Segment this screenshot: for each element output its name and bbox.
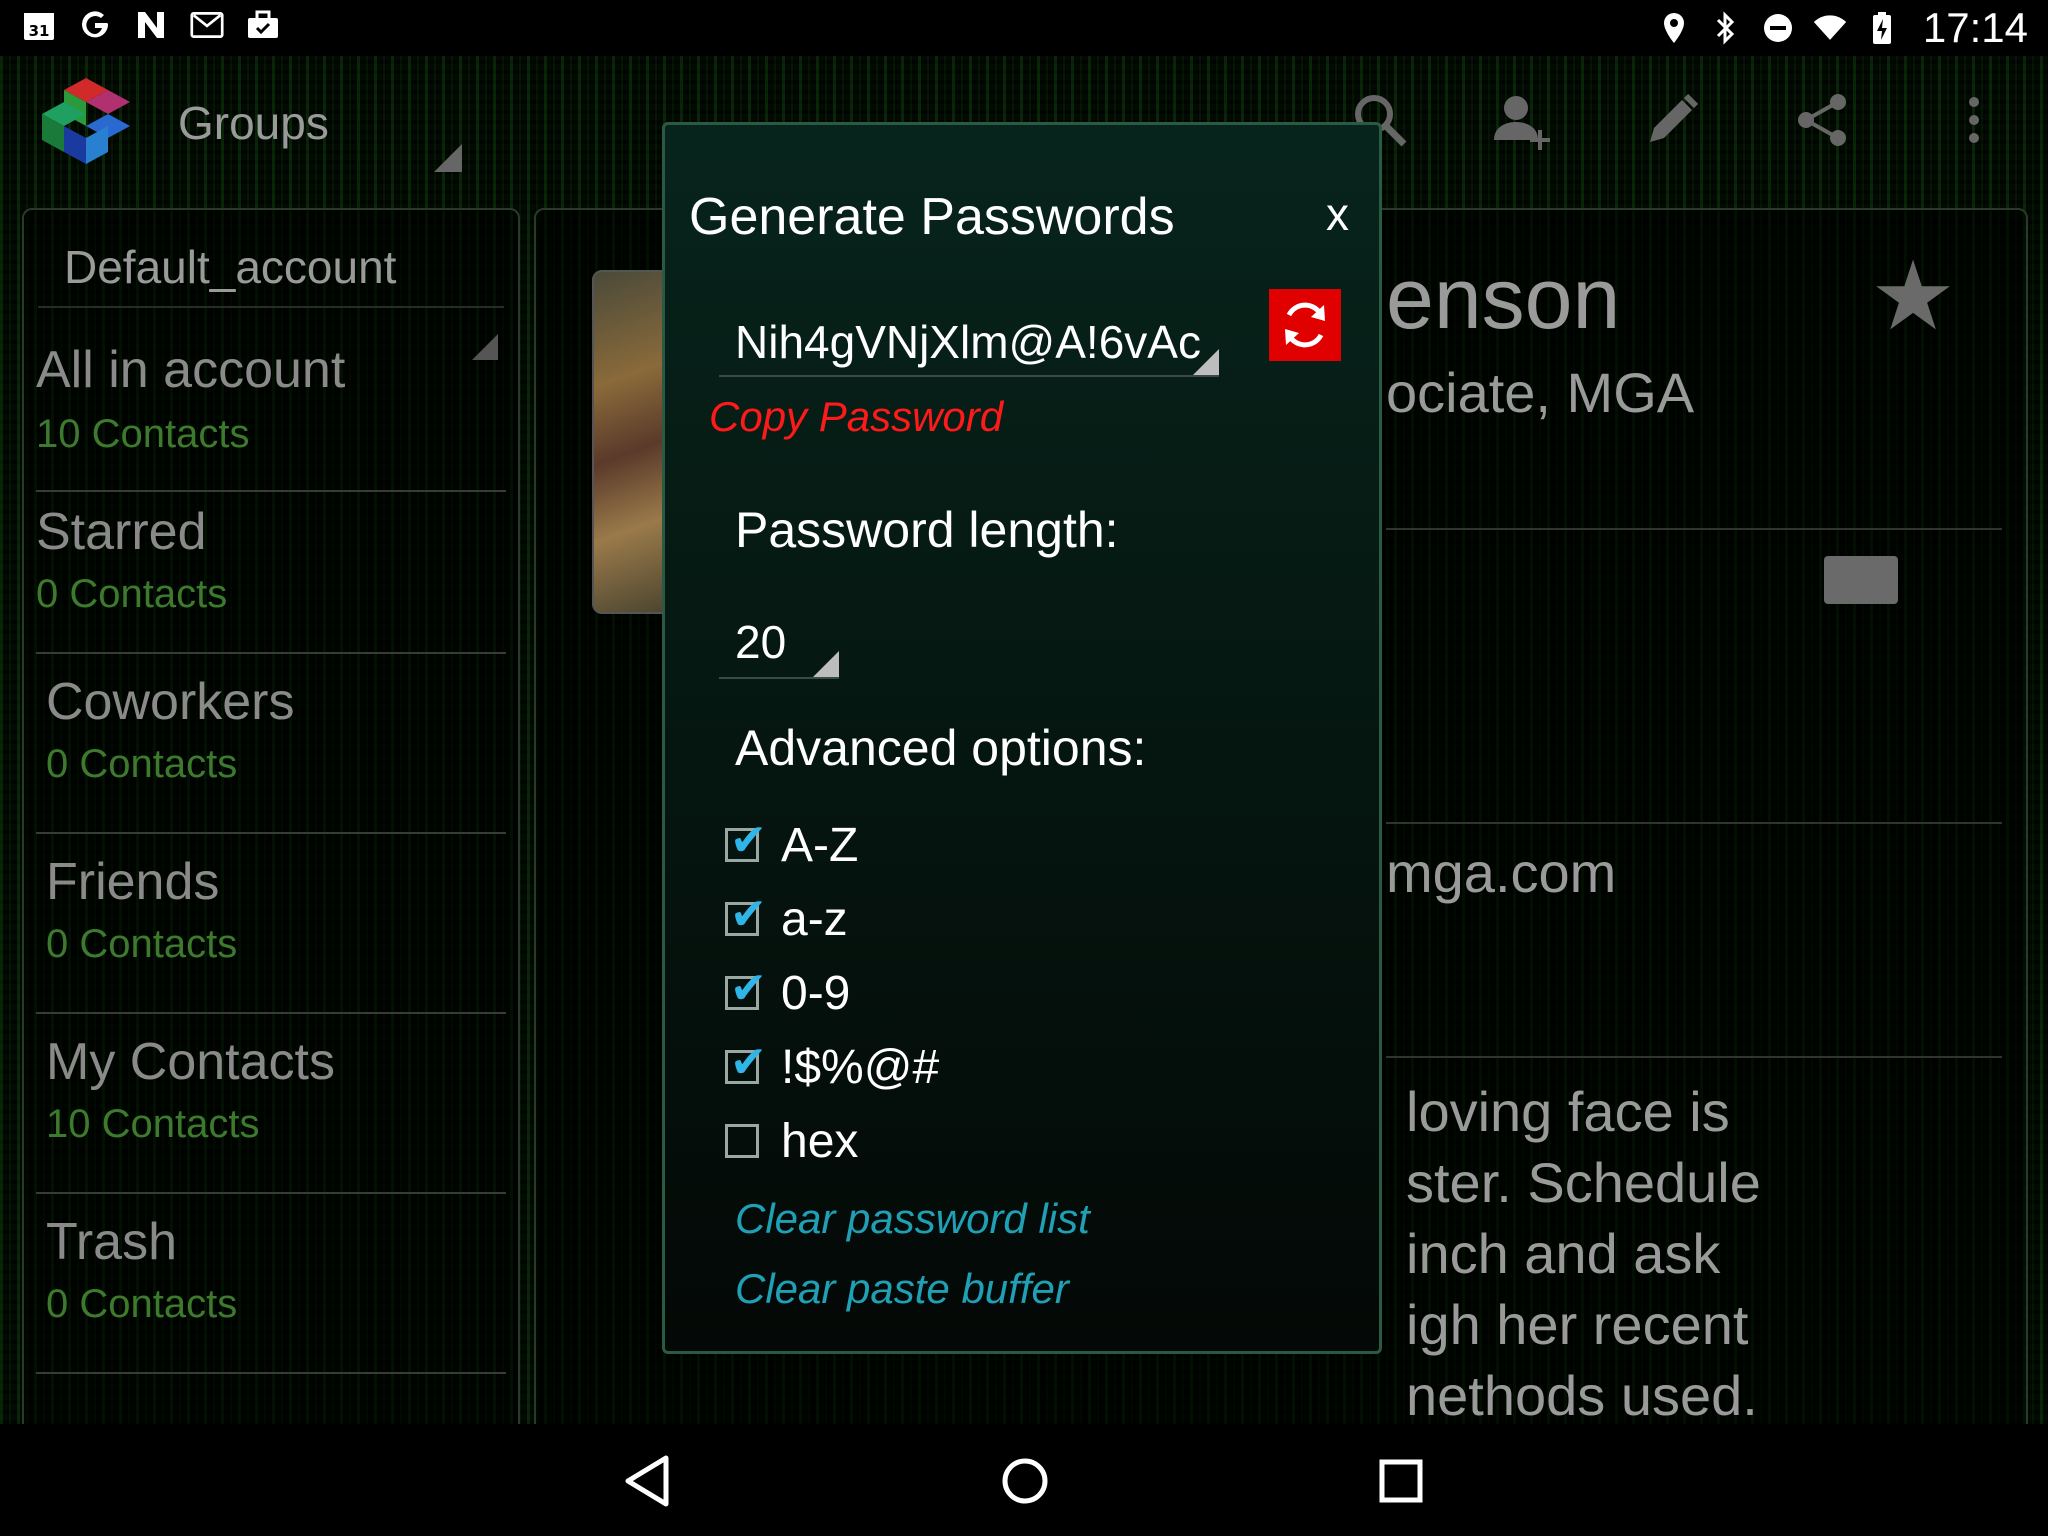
- advanced-options-label: Advanced options:: [735, 720, 1147, 776]
- account-underline: [38, 306, 504, 308]
- check-icon: ✔: [730, 890, 767, 939]
- group-count: 10 Contacts: [46, 1102, 260, 1146]
- password-value: Nih4gVNjXlm@A!6vAc: [735, 316, 1201, 368]
- group-name: All in account: [36, 341, 346, 399]
- briefcase-icon: [246, 8, 280, 42]
- group-item[interactable]: My Contacts 10 Contacts: [36, 1032, 506, 1194]
- checkbox[interactable]: ✔: [725, 819, 767, 863]
- refresh-icon: [1285, 302, 1325, 348]
- gmail-icon: [190, 8, 224, 42]
- option-symbols[interactable]: ✔ !$%@#: [725, 1037, 939, 1097]
- check-icon: ✔: [730, 816, 767, 865]
- recents-icon[interactable]: [1366, 1446, 1436, 1516]
- back-icon[interactable]: [614, 1446, 684, 1516]
- note-line: igh her recent: [1406, 1293, 1749, 1356]
- contact-title: ociate, MGA: [1386, 361, 1695, 424]
- calendar-icon: 31: [22, 8, 56, 42]
- password-length-label: Password length:: [735, 502, 1119, 558]
- group-name: Friends: [46, 853, 220, 911]
- group-item[interactable]: Starred 0 Contacts: [36, 502, 506, 654]
- overflow-menu-icon[interactable]: [1942, 90, 2006, 154]
- app-logo-icon: [38, 74, 134, 170]
- divider: [1386, 822, 2002, 824]
- option-label: 0-9: [781, 966, 851, 1020]
- groups-panel: Default_account All in account 10 Contac…: [22, 208, 520, 1462]
- option-label: !$%@#: [781, 1040, 940, 1094]
- dropdown-triangle-icon: [1193, 349, 1219, 375]
- calendar-day: 31: [29, 22, 50, 40]
- note-line: loving face is: [1406, 1080, 1730, 1143]
- group-count: 0 Contacts: [46, 922, 238, 966]
- share-icon[interactable]: [1790, 90, 1854, 154]
- status-bar: 31 17:14: [0, 0, 2048, 56]
- contact-name: enson: [1386, 251, 1621, 347]
- groups-selector[interactable]: Groups: [178, 96, 329, 150]
- check-icon: ✔: [730, 1038, 767, 1087]
- checkbox[interactable]: [725, 1124, 759, 1158]
- divider: [1386, 1056, 2002, 1058]
- add-contact-icon[interactable]: [1490, 90, 1554, 154]
- option-hex[interactable]: hex: [725, 1111, 858, 1171]
- wifi-icon: [1813, 11, 1847, 45]
- star-icon[interactable]: ★: [1870, 240, 1956, 352]
- clock: 17:14: [1922, 4, 2028, 51]
- group-item[interactable]: Friends 0 Contacts: [36, 852, 506, 1014]
- password-length-selector[interactable]: 20: [719, 607, 839, 679]
- password-field[interactable]: Nih4gVNjXlm@A!6vAc: [719, 307, 1219, 377]
- option-label: A-Z: [781, 818, 859, 872]
- check-icon: ✔: [730, 964, 767, 1013]
- group-count: 0 Contacts: [46, 742, 238, 786]
- option-label: hex: [781, 1114, 859, 1168]
- clear-password-list-link[interactable]: Clear password list: [735, 1195, 1090, 1243]
- group-name: Trash: [46, 1213, 177, 1271]
- group-name: Coworkers: [46, 673, 295, 731]
- generate-passwords-dialog: Generate Passwords x Nih4gVNjXlm@A!6vAc …: [662, 122, 1382, 1354]
- bluetooth-icon: [1709, 11, 1743, 45]
- password-length-value: 20: [735, 616, 787, 668]
- home-icon[interactable]: [990, 1446, 1060, 1516]
- group-name: My Contacts: [46, 1033, 335, 1091]
- option-digits[interactable]: ✔ 0-9: [725, 963, 850, 1023]
- group-count: 10 Contacts: [36, 412, 250, 456]
- checkbox[interactable]: ✔: [725, 893, 767, 937]
- navigation-bar: [0, 1424, 2048, 1536]
- dropdown-triangle-icon: [813, 651, 839, 677]
- group-item[interactable]: Coworkers 0 Contacts: [36, 672, 506, 834]
- copy-password-link[interactable]: Copy Password: [709, 393, 1003, 441]
- group-count: 0 Contacts: [36, 572, 228, 616]
- contact-email[interactable]: mga.com: [1386, 840, 1616, 905]
- group-count: 0 Contacts: [46, 1282, 238, 1326]
- option-label: a-z: [781, 892, 848, 946]
- divider: [1386, 528, 2002, 530]
- message-icon[interactable]: [1824, 556, 1898, 604]
- note-line: nethods used.: [1406, 1364, 1758, 1427]
- clear-paste-buffer-link[interactable]: Clear paste buffer: [735, 1265, 1069, 1313]
- note-line: inch and ask: [1406, 1222, 1721, 1285]
- close-button[interactable]: x: [1326, 187, 1349, 241]
- option-uppercase[interactable]: ✔ A-Z: [725, 815, 858, 875]
- regenerate-button[interactable]: [1269, 289, 1341, 361]
- contact-note: loving face is ster. Schedule inch and a…: [1406, 1076, 1761, 1431]
- battery-charging-icon: [1865, 11, 1899, 45]
- dropdown-triangle-icon: [434, 144, 462, 172]
- checkbox[interactable]: ✔: [725, 1041, 767, 1085]
- account-selector[interactable]: Default_account: [64, 240, 396, 294]
- group-item[interactable]: All in account 10 Contacts: [36, 340, 506, 492]
- do-not-disturb-icon: [1761, 11, 1795, 45]
- checkbox[interactable]: ✔: [725, 967, 767, 1011]
- nfc-icon: [134, 8, 168, 42]
- dialog-title: Generate Passwords: [689, 188, 1175, 246]
- group-name: Starred: [36, 503, 207, 561]
- location-icon: [1657, 11, 1691, 45]
- google-icon: [78, 8, 112, 42]
- note-line: ster. Schedule: [1406, 1151, 1761, 1214]
- option-lowercase[interactable]: ✔ a-z: [725, 889, 848, 949]
- edit-icon[interactable]: [1640, 90, 1704, 154]
- group-item[interactable]: Trash 0 Contacts: [36, 1212, 506, 1374]
